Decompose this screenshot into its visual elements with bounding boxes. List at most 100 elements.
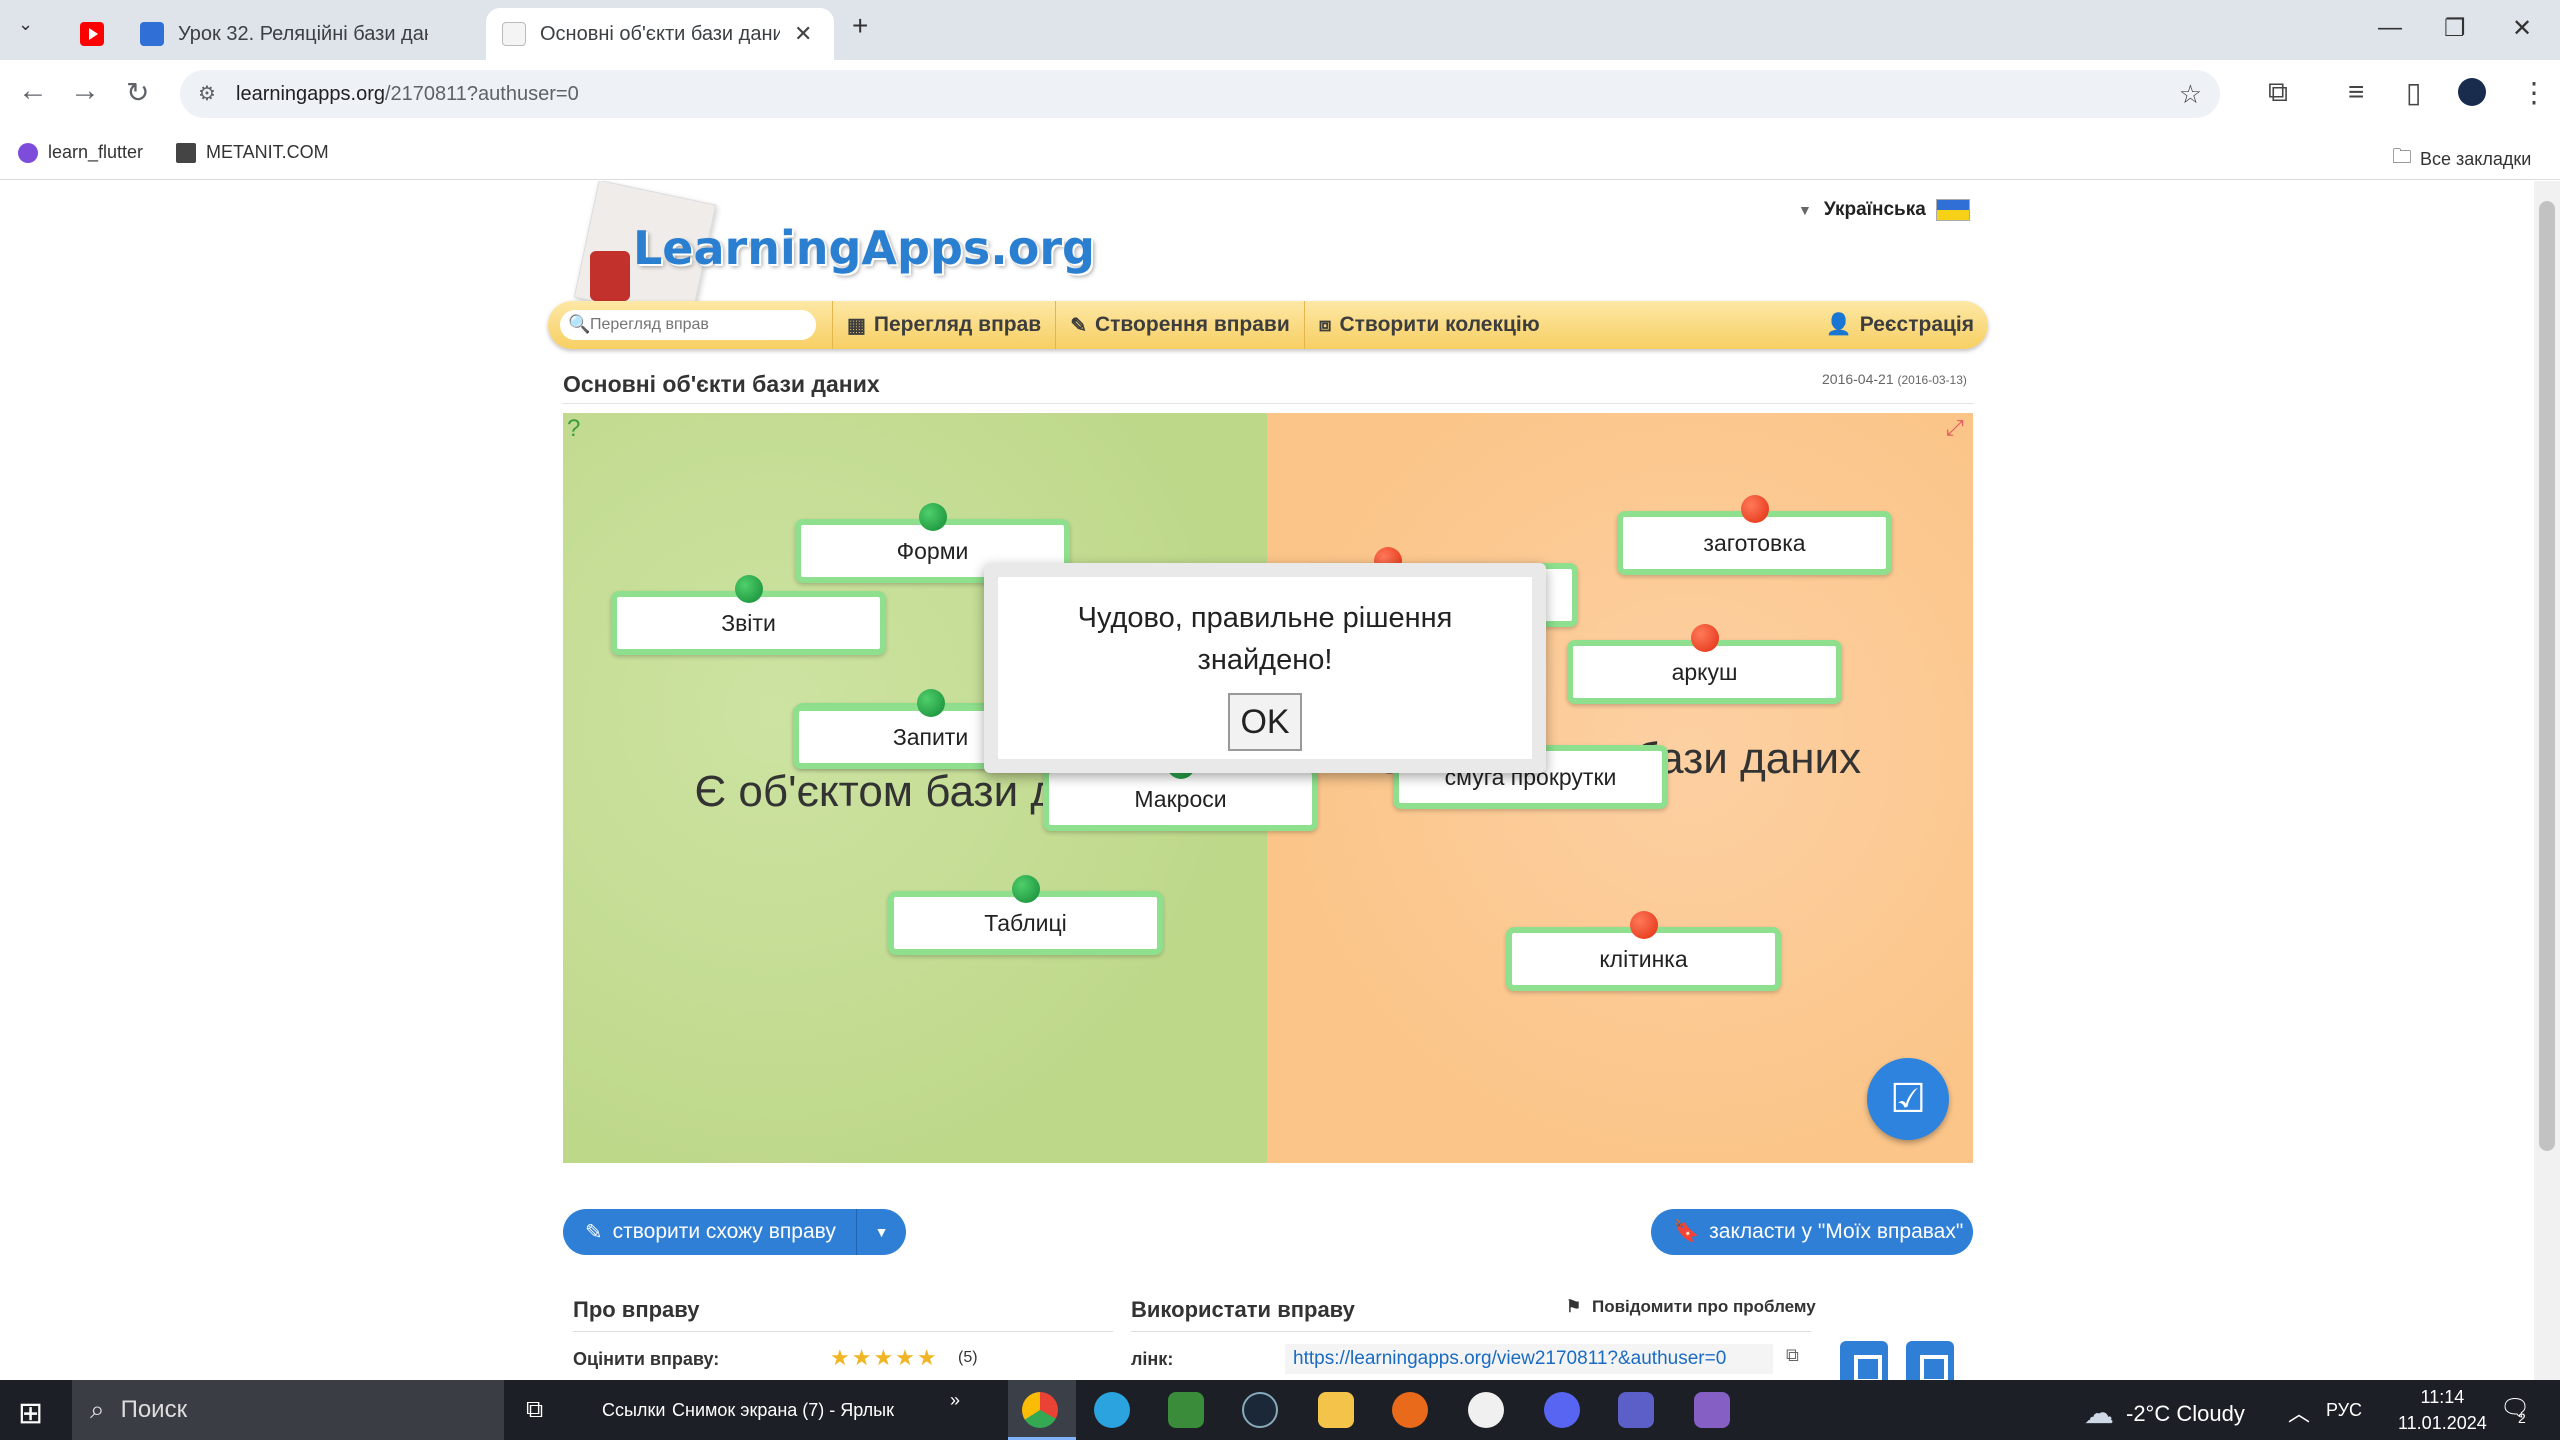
page-title: Основні об'єкти бази даних [563,371,880,397]
search-icon: 🔍 [568,314,591,334]
steam-icon[interactable] [1242,1392,1278,1428]
weather-widget[interactable]: ☁ -2°C Cloudy [2084,1396,2245,1431]
discord-icon[interactable] [1544,1392,1580,1428]
input-language[interactable]: РУС [2326,1400,2362,1421]
use-heading: Використати вправу [1131,1297,1355,1322]
divider [573,1331,1113,1332]
card-zvity[interactable]: Звіти [611,575,886,655]
all-bookmarks[interactable]: 🗀 Все закладки [2392,142,2531,176]
divider [1131,1331,1811,1332]
green-pin-icon [734,575,763,603]
telegram-icon[interactable] [1094,1392,1130,1428]
user-icon: 👤 [1825,313,1852,336]
app-store-icon[interactable] [1468,1392,1504,1428]
url-host: learningapps.org [236,82,385,105]
file-explorer-icon[interactable] [1318,1392,1354,1428]
url-path: /2170811?authuser=0 [385,82,579,105]
nav-create[interactable]: ✎ Створення вправи [1055,301,1304,349]
nav-register[interactable]: 👤 Реєстрація [1826,301,1974,349]
close-tab-icon[interactable]: ✕ [794,21,812,47]
nav-collection[interactable]: ⧈ Створити колекцію [1303,301,1554,349]
bookmark-exercise-button[interactable]: 🔖 закласти у "Моїх вправах" [1651,1209,1973,1255]
tab-youtube[interactable] [64,8,118,60]
about-heading: Про вправу [573,1297,700,1322]
share-link-field[interactable]: https://learningapps.org/view2170811?&au… [1285,1344,1773,1374]
clock[interactable]: 11:14 11.01.2024 [2398,1384,2487,1436]
embed-icon[interactable] [1840,1341,1888,1380]
app-icon[interactable] [1168,1392,1204,1428]
task-view-icon[interactable]: ⧉ [526,1396,543,1424]
card-zagotovka[interactable]: заготовка [1617,495,1892,575]
card-label: Форми [896,537,969,564]
tab-title: Урок 32. Реляційні бази даних. [178,22,428,45]
learningapps-logo[interactable]: LearningApps.org [573,181,1095,323]
chevron-down-icon[interactable]: ▼ [856,1209,906,1255]
taskbar-search[interactable]: ⌕ Поиск [72,1380,504,1440]
copy-icon[interactable]: ⧉ [1786,1345,1799,1366]
report-problem-link[interactable]: ⚑ Повідомити про проблему [1566,1297,1816,1317]
profile-avatar[interactable] [2458,78,2486,106]
help-icon[interactable]: ? [567,415,580,443]
media-icon[interactable]: ≡ [2348,76,2364,108]
rating-stars[interactable]: ★★★★★ [830,1345,939,1371]
page-scrollbar[interactable] [2534,181,2560,1380]
tray-chevron-icon[interactable]: ︿ [2288,1396,2310,1428]
notification-count: 2 [2518,1410,2526,1426]
site-info-icon[interactable]: ⚙ [198,81,216,106]
card-makrosy[interactable]: Макроси [1043,751,1318,831]
page-favicon-icon [140,22,164,46]
card-arkush[interactable]: аркуш [1567,624,1842,704]
clock-date: 11.01.2024 [2398,1413,2487,1433]
restore-icon[interactable]: ❐ [2444,14,2466,43]
link-label: лінк: [1131,1349,1174,1369]
search-input[interactable] [560,310,816,340]
fl-studio-icon[interactable] [1392,1392,1428,1428]
red-pin-icon [1690,624,1719,652]
nav-browse[interactable]: ▦ Перегляд вправ [832,301,1055,349]
teams-icon[interactable] [1618,1392,1654,1428]
bookmark-star-icon[interactable]: ☆ [2179,79,2202,110]
language-selector[interactable]: ▼ Українська [1798,199,1970,221]
tab-learningapps[interactable]: Основні об'єкти бази даних ✕ [486,8,834,60]
windows-start-icon[interactable]: ⊞ [18,1396,43,1431]
card-klitynka[interactable]: клітинка [1506,911,1781,991]
check-solution-button[interactable]: ☑ [1867,1058,1949,1140]
bookmark-learn-flutter[interactable]: learn_flutter [18,142,143,163]
bookmark-metanit[interactable]: METANIT.COM [176,142,329,163]
divider [563,403,1973,404]
reload-icon[interactable]: ↻ [126,76,149,109]
logo-chair [590,251,630,301]
links-toolbar[interactable]: Ссылки [602,1400,665,1421]
fullscreen-icon[interactable]: ⤢ [1946,415,1964,441]
forward-icon[interactable]: → [70,74,100,108]
ok-button[interactable]: OK [1228,693,1302,752]
card-tablytsi[interactable]: Таблиці [888,875,1163,955]
create-similar-button[interactable]: ✎ створити схожу вправу ▼ [563,1209,906,1255]
taskbar-search-label: Поиск [120,1396,188,1423]
back-icon[interactable]: ← [18,74,48,108]
ukraine-flag-icon [1935,199,1970,221]
menu-icon[interactable]: ⋮ [2520,76,2548,109]
date-created: (2016-03-13) [1897,373,1967,387]
new-tab-icon[interactable]: + [852,10,868,42]
scrollbar-thumb[interactable] [2539,201,2555,1151]
card-label: Таблиці [984,909,1067,936]
side-panel-icon[interactable]: ▯ [2406,76,2421,109]
tab-search-icon[interactable]: ⌄ [18,14,33,35]
chevron-icon[interactable]: » [950,1390,960,1411]
cloud-icon: ☁ [2084,1397,2114,1430]
address-bar[interactable]: ⚙ learningapps.org/2170811?authuser=0 ☆ [180,70,2220,118]
nav-create-label: Створення вправи [1094,313,1290,336]
fullscreen-share-icon[interactable] [1906,1341,1954,1380]
card-label: аркуш [1671,658,1738,685]
close-window-icon[interactable]: ✕ [2512,14,2532,43]
tab-lesson[interactable]: Урок 32. Реляційні бази даних. [124,8,484,60]
chrome-icon[interactable] [1022,1392,1058,1428]
card-label: заготовка [1703,529,1806,556]
red-pin-icon [1740,495,1769,523]
extensions-icon[interactable]: ⧉ [2268,76,2288,109]
exercise-area: Є об'єктом бази даних Не є об'єктом бази… [563,413,1973,1163]
shortcut-item[interactable]: Снимок экрана (7) - Ярлык [672,1400,894,1421]
minimize-icon[interactable]: — [2378,14,2402,42]
visual-studio-icon[interactable] [1694,1392,1730,1428]
